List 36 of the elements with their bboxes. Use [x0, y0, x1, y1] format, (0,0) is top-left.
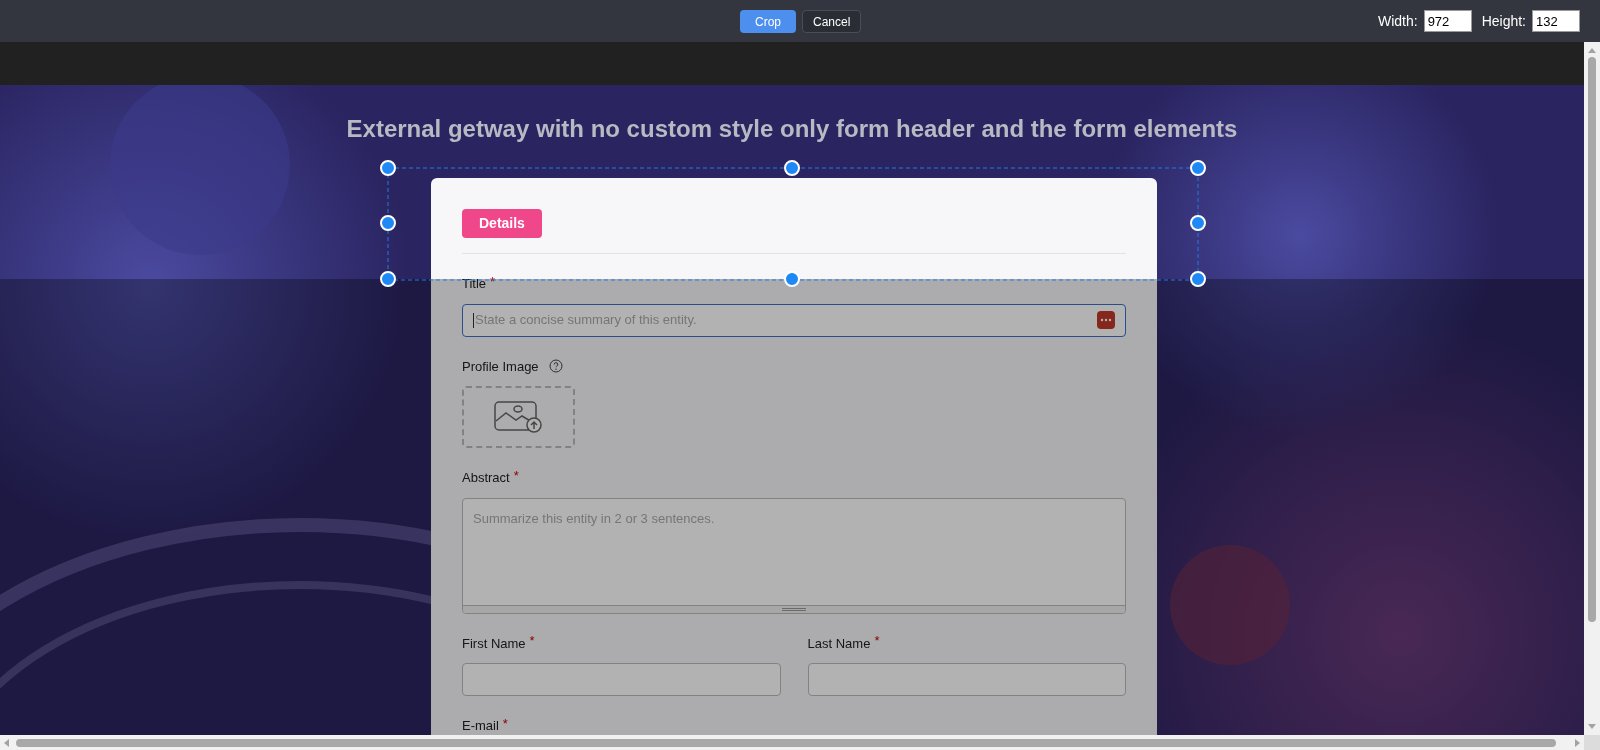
scrollbar-corner	[1584, 735, 1600, 750]
field-label: Last Name	[807, 634, 871, 653]
cancel-button[interactable]: Cancel	[802, 10, 862, 33]
text-field[interactable]	[462, 663, 781, 696]
more-icon[interactable]	[1097, 311, 1115, 329]
width-field[interactable]: 972	[1423, 10, 1472, 32]
text-field[interactable]: State a concise summary of this entity.	[462, 303, 1126, 337]
field-label: Title	[462, 275, 487, 293]
dimension-label: Width:	[1377, 11, 1418, 31]
scrollbar-thumb[interactable]	[16, 738, 1556, 747]
image-upload-area[interactable]	[462, 386, 575, 448]
field-label: Abstract	[462, 469, 510, 487]
field-label: E-mail	[462, 717, 499, 735]
text-cursor	[473, 312, 474, 328]
dimension-label: Height:	[1481, 11, 1526, 31]
text-area[interactable]: Summarize this entity in 2 or 3 sentences.	[462, 497, 1126, 614]
crop-button[interactable]: Crop	[740, 10, 796, 33]
field-label: First Name	[462, 634, 526, 653]
field-label: Profile Image	[462, 357, 539, 376]
required-marker: *	[490, 272, 496, 291]
scroll-up-icon[interactable]	[1588, 48, 1596, 53]
crop-frame[interactable]	[387, 167, 1199, 281]
scroll-down-icon[interactable]	[1588, 724, 1596, 729]
resize-handle[interactable]	[782, 607, 806, 611]
help-icon[interactable]	[548, 359, 563, 374]
text-field[interactable]	[807, 663, 1126, 696]
scrollbar-thumb[interactable]	[1588, 57, 1596, 622]
page-heading: External getway with no custom style only form header and the form elements	[345, 114, 1239, 144]
required-marker: *	[502, 714, 508, 733]
image-upload-icon	[493, 401, 544, 433]
required-marker: *	[529, 632, 535, 650]
required-marker: *	[874, 632, 880, 650]
height-field[interactable]: 132	[1532, 10, 1580, 32]
tab[interactable]: Details	[462, 209, 542, 238]
required-marker: *	[513, 466, 519, 485]
scroll-left-icon[interactable]	[4, 738, 9, 747]
